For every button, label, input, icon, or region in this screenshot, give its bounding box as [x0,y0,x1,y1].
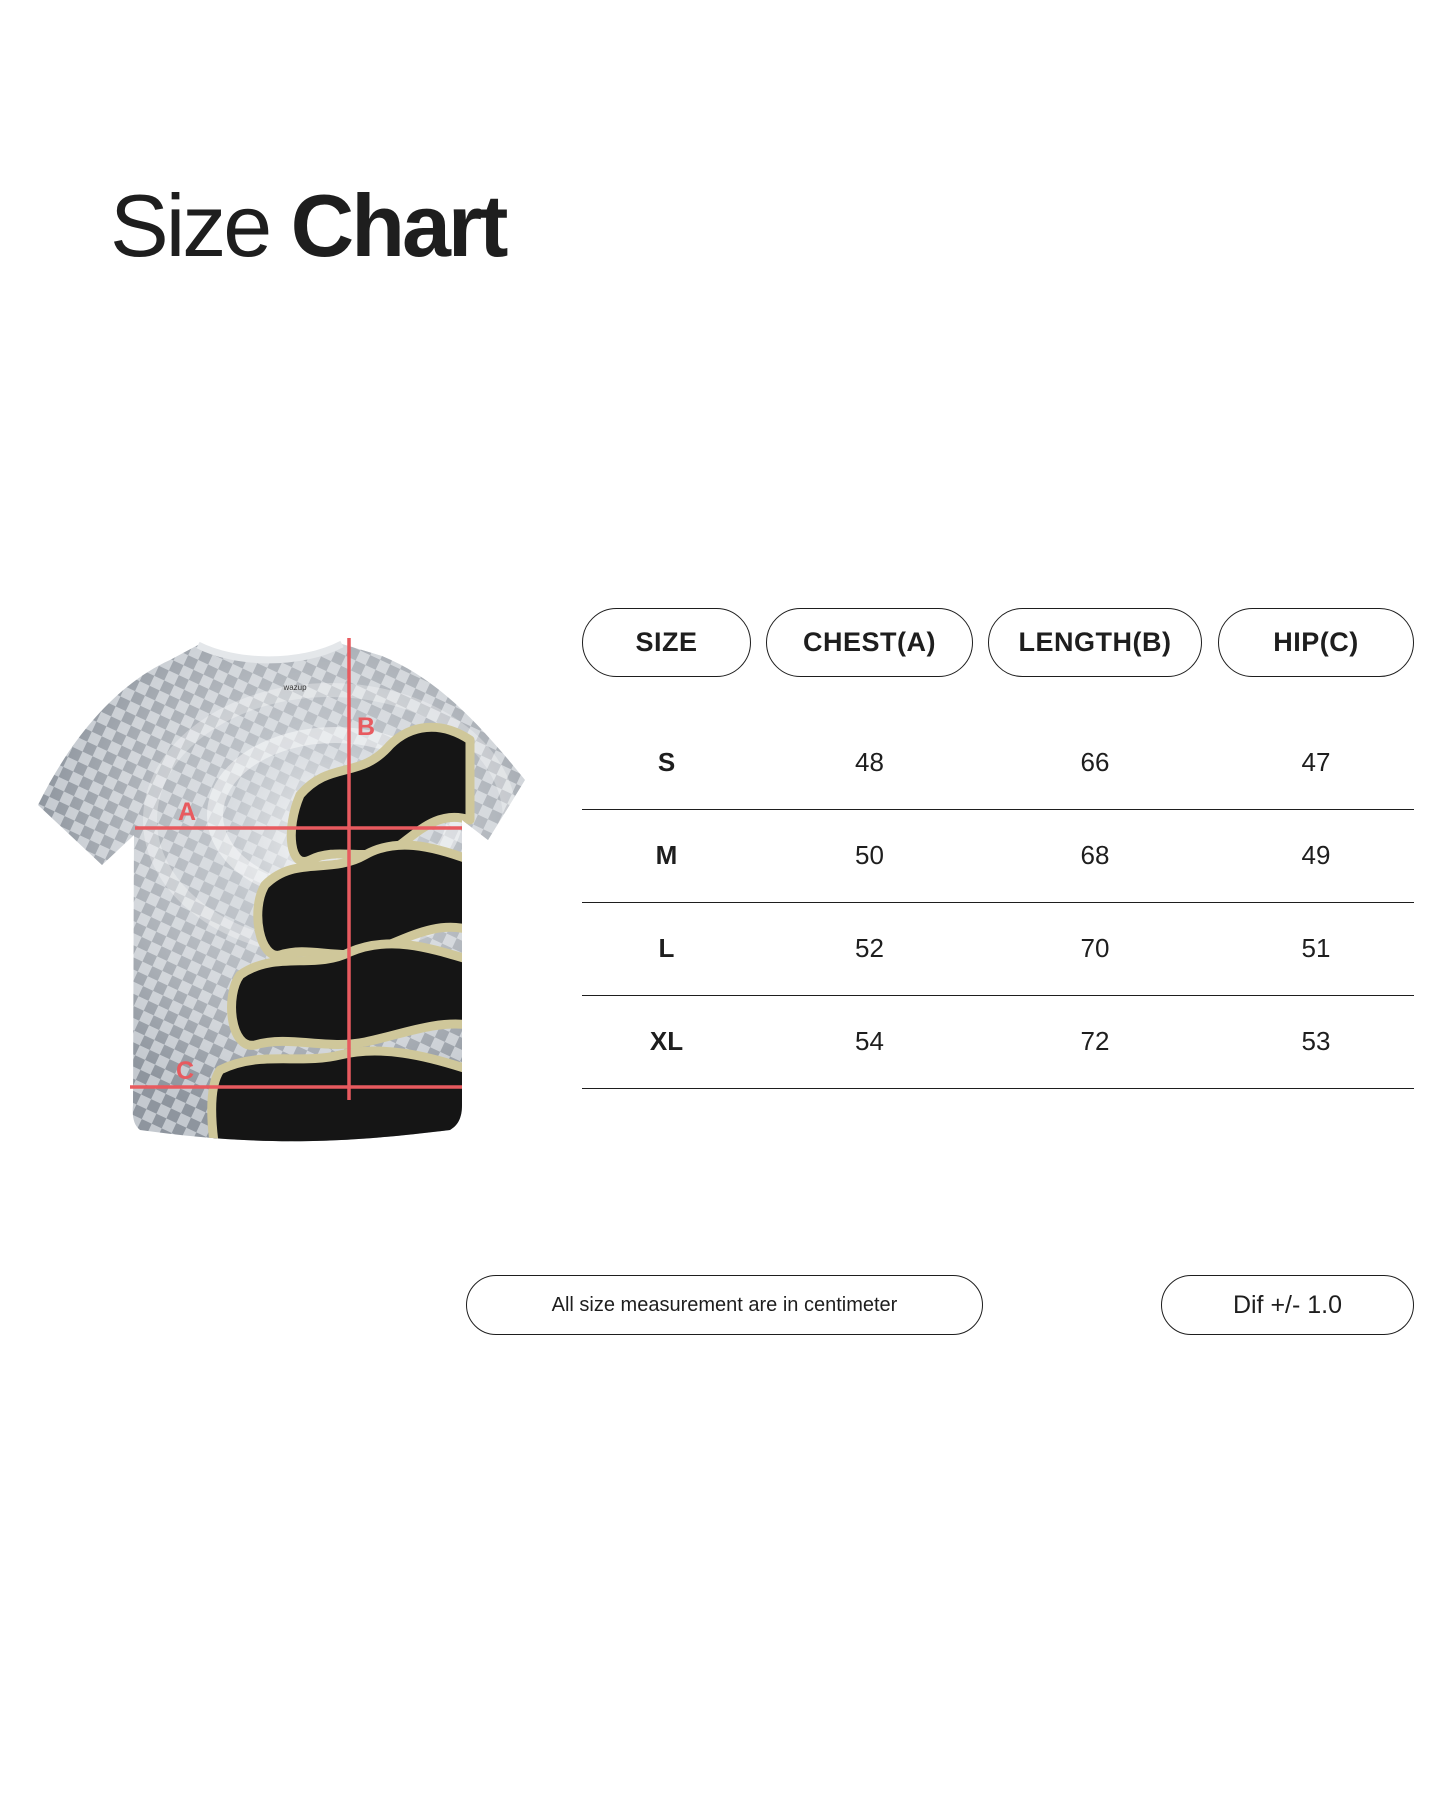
length-cell: 72 [1080,1026,1110,1056]
tshirt-measurement-diagram: wazup A B C [38,638,525,1142]
hip-cell: 49 [1301,840,1331,870]
title-bold: Chart [290,176,509,275]
chest-cell: 52 [855,933,884,963]
table-row: L 52 70 51 [582,902,1414,996]
brand-tag-text: wazup [282,683,307,692]
length-label: B [357,713,375,741]
hip-label: C [176,1057,194,1085]
hip-cell: 51 [1301,933,1331,963]
title-light: Size [110,176,272,275]
chest-label: A [178,798,196,826]
header-size: SIZE [582,608,751,677]
chest-cell: 48 [855,747,884,777]
table-row: M 50 68 49 [582,809,1414,903]
size-cell: S [657,747,676,777]
shirt-body [38,644,525,1142]
length-cell: 70 [1080,933,1110,963]
tolerance-note: Dif +/- 1.0 [1161,1275,1414,1335]
size-cell: XL [649,1026,684,1056]
table-row: XL 54 72 53 [582,995,1414,1089]
chest-cell: 50 [855,840,884,870]
header-chest: CHEST(A) [766,608,973,677]
length-cell: 66 [1080,747,1110,777]
measurement-unit-note: All size measurement are in centimeter [466,1275,983,1335]
header-hip: HIP(C) [1218,608,1414,677]
size-cell: M [655,840,678,870]
size-cell: L [658,933,675,963]
table-row: S 48 66 47 [582,716,1414,810]
hip-cell: 47 [1301,747,1331,777]
length-cell: 68 [1080,840,1110,870]
chest-cell: 54 [855,1026,884,1056]
header-length: LENGTH(B) [988,608,1202,677]
hip-cell: 53 [1301,1026,1331,1056]
page-title: Size Chart [110,182,508,270]
